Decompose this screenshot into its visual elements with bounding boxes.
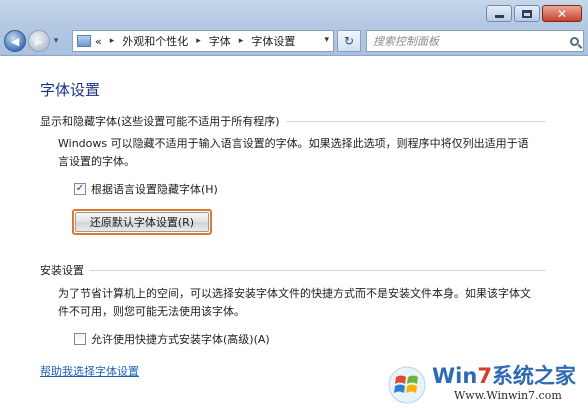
section-heading-text: 显示和隐藏字体(这些设置可能不适用于所有程序) [40, 115, 280, 128]
hide-fonts-checkbox-row[interactable]: ✓ 根据语言设置隐藏字体(H) [74, 181, 218, 197]
forward-button[interactable]: ▶ [28, 30, 50, 52]
hide-fonts-checkbox[interactable]: ✓ [74, 183, 86, 195]
section-heading-text: 安装设置 [40, 264, 84, 277]
watermark-brand-suffix: 系统之家 [491, 364, 576, 388]
help-link[interactable]: 帮助我选择字体设置 [40, 363, 139, 379]
section-description: Windows 可以隐藏不适用于输入语言设置的字体。如果选择此选项，则程序中将仅… [58, 137, 529, 168]
search-input[interactable]: 搜索控制面板 [373, 33, 565, 49]
hide-fonts-checkbox-label[interactable]: 根据语言设置隐藏字体(H) [91, 181, 218, 197]
address-dropdown-icon[interactable]: ▾ [324, 35, 329, 45]
watermark-brand-number: 7 [477, 364, 492, 388]
section-heading-install: 安装设置 [40, 262, 546, 278]
search-icon[interactable] [565, 36, 583, 46]
breadcrumb-item-font-settings[interactable]: 字体设置 [251, 33, 295, 49]
shortcut-install-checkbox[interactable] [74, 333, 86, 345]
window-controls: ✕ [486, 5, 582, 22]
maximize-button[interactable] [514, 5, 540, 22]
restore-default-button-face[interactable]: 还原默认字体设置(R) [75, 212, 209, 232]
window-chrome: ✕ ◀ ▶ ▾ « ▸ 外观和个性化 ▸ 字体 ▸ 字体设置 ▾ ↻ 搜索控制面… [0, 0, 588, 56]
forward-arrow-icon: ▶ [34, 34, 44, 48]
breadcrumb-separator-icon[interactable]: ▸ [110, 36, 115, 46]
restore-default-button[interactable]: 还原默认字体设置(R) [72, 209, 212, 235]
watermark-brand-prefix: Win [432, 364, 478, 388]
minimize-icon [494, 15, 504, 18]
chevron-down-icon: ▾ [53, 36, 59, 46]
page-title: 字体设置 [40, 81, 101, 99]
watermark-brand: Win7系统之家 [432, 360, 576, 390]
section-heading-show-hide: 显示和隐藏字体(这些设置可能不适用于所有程序) [40, 113, 546, 129]
section-divider [285, 120, 546, 122]
refresh-icon: ↻ [343, 34, 355, 48]
section-divider [90, 269, 546, 271]
watermark-url: Www.Winwin7.com [454, 389, 562, 402]
breadcrumb-overflow[interactable]: « [95, 35, 102, 48]
navigation-buttons: ◀ ▶ ▾ [4, 30, 62, 52]
recent-pages-dropdown[interactable]: ▾ [50, 36, 62, 46]
breadcrumb-separator-icon[interactable]: ▸ [196, 36, 201, 46]
maximize-icon [522, 9, 532, 18]
breadcrumb-item-appearance[interactable]: 外观和个性化 [122, 33, 188, 49]
back-button[interactable]: ◀ [4, 30, 26, 52]
address-bar[interactable]: « ▸ 外观和个性化 ▸ 字体 ▸ 字体设置 ▾ [72, 30, 334, 52]
main-content: 字体设置 显示和隐藏字体(这些设置可能不适用于所有程序) Windows 可以隐… [0, 57, 588, 408]
search-box[interactable]: 搜索控制面板 [366, 30, 584, 52]
watermark: Win7系统之家 Www.Winwin7.com [388, 358, 584, 406]
breadcrumb-item-fonts[interactable]: 字体 [209, 33, 231, 49]
back-arrow-icon: ◀ [10, 34, 20, 48]
control-panel-icon [77, 35, 91, 47]
close-icon: ✕ [556, 6, 568, 21]
section-description: 为了节省计算机上的空间，可以选择安装字体文件的快捷方式而不是安装文件本身。如果该… [58, 287, 531, 318]
breadcrumb: « ▸ 外观和个性化 ▸ 字体 ▸ 字体设置 [95, 33, 295, 49]
refresh-button[interactable]: ↻ [337, 30, 361, 52]
minimize-button[interactable] [486, 5, 512, 22]
windows-logo-icon [388, 366, 426, 404]
shortcut-install-checkbox-label[interactable]: 允许使用快捷方式安装字体(高级)(A) [91, 331, 270, 347]
breadcrumb-separator-icon[interactable]: ▸ [239, 36, 244, 46]
shortcut-install-checkbox-row[interactable]: 允许使用快捷方式安装字体(高级)(A) [74, 331, 270, 347]
close-button[interactable]: ✕ [542, 5, 582, 22]
